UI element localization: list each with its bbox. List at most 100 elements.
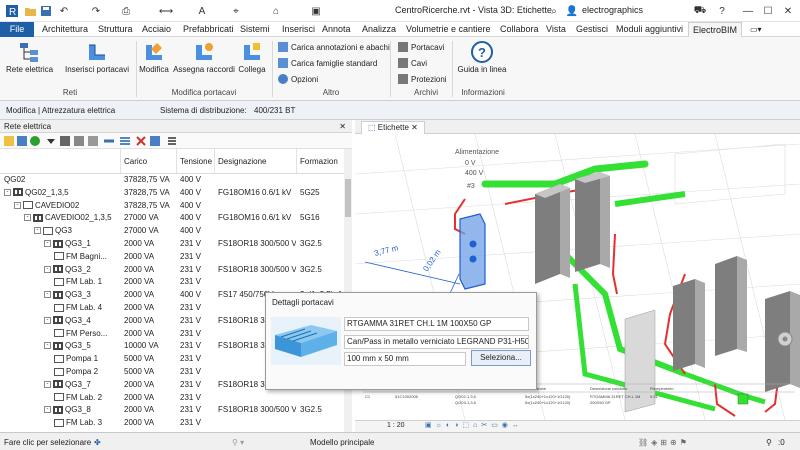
- distribution-system-select[interactable]: 400/231 BT: [254, 106, 295, 115]
- minimize-icon[interactable]: —: [742, 4, 754, 18]
- tab-acciaio[interactable]: Acciaio: [142, 22, 171, 37]
- tab-inserisci[interactable]: Inserisci: [282, 22, 315, 37]
- tab-volumetrie[interactable]: Volumetrie e cantiere: [406, 22, 491, 37]
- tree-row[interactable]: - QG3 27000 VA 400 V: [0, 225, 344, 238]
- collapse-toggle-icon[interactable]: -: [44, 406, 51, 414]
- collapse-toggle-icon[interactable]: -: [14, 201, 21, 209]
- sort-icon[interactable]: [120, 136, 131, 146]
- tray-fitting[interactable]: [737, 393, 749, 405]
- archivio-protezioni-button[interactable]: Protezioni: [398, 74, 447, 84]
- filter-icon[interactable]: [150, 136, 161, 146]
- view-controls-icons[interactable]: ▣☼◐◑⬚⌂✂▭◉↔: [425, 421, 523, 429]
- tab-collabora[interactable]: Collabora: [500, 22, 539, 37]
- edit-icon[interactable]: [17, 136, 28, 146]
- open-folder-icon[interactable]: [24, 4, 36, 18]
- archivio-portacavi-button[interactable]: Portacavi: [398, 42, 444, 52]
- close-icon[interactable]: ✕: [782, 4, 794, 18]
- navigation-wheel-icon[interactable]: [777, 331, 793, 347]
- revit-logo-icon[interactable]: R: [6, 4, 18, 18]
- tab-vista[interactable]: Vista: [546, 22, 566, 37]
- cart-icon[interactable]: ⛟: [694, 4, 707, 18]
- tree-row[interactable]: - QG3_2 2000 VA 231 V FS18OR18 300/500 V 3G2.…: [0, 264, 344, 277]
- help-icon[interactable]: ?: [716, 4, 728, 18]
- collega-button[interactable]: Collega: [236, 41, 268, 74]
- design-options-icon[interactable]: ⚲ ▾: [232, 438, 244, 447]
- new-icon[interactable]: [4, 136, 15, 146]
- scroll-thumb[interactable]: [345, 179, 351, 217]
- panel-icon[interactable]: [60, 136, 71, 146]
- panel-close-icon[interactable]: ✕: [339, 120, 346, 133]
- cabinet-1[interactable]: [535, 184, 570, 284]
- view-scale[interactable]: 1 : 20: [387, 422, 405, 429]
- column-designazione[interactable]: Designazione: [218, 157, 266, 166]
- save-icon[interactable]: [40, 4, 52, 18]
- tab-moduli-aggiuntivi[interactable]: Moduli aggiuntivi: [616, 22, 683, 37]
- tree-row[interactable]: FM Bagni... 2000 VA 231 V: [0, 251, 344, 264]
- collapse-toggle-icon[interactable]: -: [44, 316, 51, 324]
- tree-row[interactable]: FM Lab. 2 2000 VA 231 V: [0, 392, 344, 405]
- tab-file[interactable]: File: [0, 22, 34, 37]
- user-name[interactable]: electrographics: [582, 5, 643, 15]
- tree-row[interactable]: FM Lab. 3 2000 VA 231 V: [0, 417, 344, 430]
- align-icon[interactable]: ⌖: [230, 4, 242, 18]
- opzioni-button[interactable]: Opzioni: [278, 74, 318, 84]
- switch-windows-icon[interactable]: ▣: [310, 4, 322, 18]
- cabinet-3[interactable]: [673, 279, 705, 371]
- tree-row[interactable]: - CAVEDIO02_1,3,5 27000 VA 400 V FG18OM16 0.…: [0, 212, 344, 225]
- collapse-toggle-icon[interactable]: -: [44, 291, 51, 299]
- text-icon[interactable]: A: [196, 4, 208, 18]
- tree-row[interactable]: FM Lab. 1 2000 VA 231 V: [0, 276, 344, 289]
- active-workset[interactable]: Modello principale: [310, 438, 374, 447]
- search-icon[interactable]: ⌕: [548, 4, 560, 18]
- tree-row[interactable]: - QG02_1,3,5 37828,75 VA 400 V FG18OM16 0.6/…: [0, 187, 344, 200]
- selection-filter-icons[interactable]: ⛓◈⊞⊕⚑: [638, 438, 690, 447]
- tab-struttura[interactable]: Struttura: [98, 22, 133, 37]
- list-options-icon[interactable]: [168, 136, 179, 146]
- modifica-button[interactable]: Modifica: [138, 41, 170, 74]
- tab-prefabbricati[interactable]: Prefabbricati: [183, 22, 234, 37]
- ribbon-toggle-icon[interactable]: ▭▾: [750, 22, 762, 37]
- dropdown-icon[interactable]: [46, 136, 57, 146]
- rete-elettrica-button[interactable]: Rete elettrica: [6, 41, 53, 74]
- tab-analizza[interactable]: Analizza: [362, 22, 396, 37]
- cabinet-2[interactable]: [575, 172, 610, 272]
- collapse-toggle-icon[interactable]: -: [34, 227, 41, 235]
- seleziona-button[interactable]: Seleziona...: [471, 350, 531, 366]
- assegna-raccordi-button[interactable]: Assegna raccordi: [172, 41, 236, 74]
- measure-icon[interactable]: ⟷: [159, 4, 173, 18]
- redo-icon[interactable]: ↷: [90, 4, 102, 18]
- collapse-toggle-icon[interactable]: -: [44, 342, 51, 350]
- column-carico[interactable]: Carico: [124, 157, 147, 166]
- maximize-icon[interactable]: ☐: [762, 4, 774, 18]
- archivio-cavi-button[interactable]: Cavi: [398, 58, 427, 68]
- tab-annota[interactable]: Annota: [322, 22, 351, 37]
- filter-icon[interactable]: ⚲: [766, 438, 772, 447]
- tab-close-icon[interactable]: ✕: [411, 123, 418, 132]
- user-icon[interactable]: 👤: [566, 4, 578, 18]
- cabinet-4[interactable]: [715, 256, 747, 356]
- column-tensione[interactable]: Tensione: [180, 157, 212, 166]
- carica-famiglie-button[interactable]: Carica famiglie standard: [278, 58, 377, 68]
- delete-icon[interactable]: [136, 136, 147, 146]
- tree-row[interactable]: QG02 37828,75 VA 400 V: [0, 174, 344, 187]
- tab-architettura[interactable]: Architettura: [42, 22, 88, 37]
- collapse-toggle-icon[interactable]: -: [44, 240, 51, 247]
- home-icon[interactable]: ⌂: [270, 4, 282, 18]
- collapse-toggle-icon[interactable]: -: [44, 380, 51, 388]
- inserisci-portacavi-button[interactable]: Inserisci portacavi: [64, 41, 130, 74]
- cable-icon[interactable]: [104, 136, 115, 146]
- tab-gestisci[interactable]: Gestisci: [576, 22, 608, 37]
- tab-electrobim[interactable]: ElectroBIM: [688, 22, 743, 37]
- selected-electrical-equipment[interactable]: [459, 213, 486, 290]
- panel-group-icon[interactable]: [74, 136, 85, 146]
- refresh-icon[interactable]: [30, 136, 41, 146]
- tree-row[interactable]: - QG3_8 2000 VA 231 V FS18OR18 300/500 V 3G2.…: [0, 404, 344, 417]
- guida-in-linea-button[interactable]: ? Guida in linea: [456, 41, 508, 74]
- collapse-toggle-icon[interactable]: -: [44, 265, 51, 273]
- undo-icon[interactable]: ↶: [58, 4, 70, 18]
- collapse-toggle-icon[interactable]: -: [24, 214, 31, 222]
- tree-row[interactable]: - QG3_1 2000 VA 231 V FS18OR18 300/500 V 3G2.…: [0, 238, 344, 251]
- breaker-icon[interactable]: [88, 136, 99, 146]
- print-icon[interactable]: ⎙: [120, 4, 132, 18]
- tab-etichette[interactable]: ⬚ Etichette ✕: [361, 121, 425, 134]
